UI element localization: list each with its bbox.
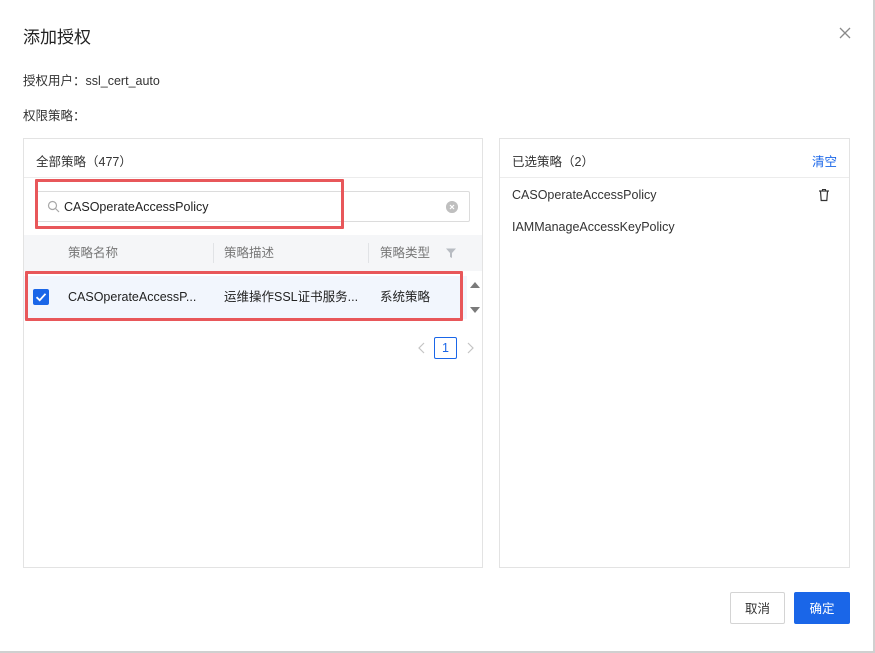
filter-icon[interactable] (445, 247, 457, 259)
column-policy-name[interactable]: 策略名称 (68, 235, 118, 271)
row-policy-type: 系统策略 (380, 290, 431, 304)
pagination-current-page[interactable]: 1 (434, 337, 457, 359)
policy-search-input[interactable] (64, 196, 434, 217)
chevron-right-icon[interactable] (464, 339, 476, 357)
column-policy-description[interactable]: 策略描述 (224, 235, 274, 271)
add-authorization-dialog: 添加授权 授权用户：ssl_cert_auto 权限策略： 全部策略（477） … (0, 0, 875, 653)
scroll-down-icon[interactable] (470, 306, 480, 314)
chevron-left-icon[interactable] (416, 339, 428, 357)
all-policies-title: 全部策略（477） (36, 155, 132, 169)
all-policies-panel: 全部策略（477） 策略名称 策略描述 策略类型 (23, 138, 483, 568)
policy-search-box[interactable] (36, 191, 470, 222)
column-divider (213, 243, 214, 263)
row-policy-description: 运维操作SSL证书服务... (224, 290, 359, 304)
close-icon[interactable] (837, 25, 853, 41)
selected-policy-item: CASOperateAccessPolicy (512, 188, 657, 202)
clear-all-link[interactable]: 清空 (812, 151, 837, 170)
all-policies-header: 全部策略（477） (24, 139, 482, 178)
selected-policies-header: 已选策略（2） 清空 (500, 139, 849, 178)
row-policy-name: CASOperateAccessP... (68, 290, 197, 304)
selected-policies-panel: 已选策略（2） 清空 CASOperateAccessPolicy IAMMan… (499, 138, 850, 568)
table-row[interactable]: CASOperateAccessP... 运维操作SSL证书服务... 系统策略 (24, 276, 467, 319)
authorized-user: 授权用户：ssl_cert_auto (23, 74, 160, 88)
trash-icon[interactable] (818, 188, 830, 202)
dialog-title: 添加授权 (23, 28, 91, 47)
policy-table-header: 策略名称 策略描述 策略类型 (24, 235, 482, 271)
selected-policies-title: 已选策略（2） (512, 155, 594, 169)
row-checkbox[interactable] (33, 289, 49, 305)
cancel-button[interactable]: 取消 (730, 592, 785, 624)
search-icon (47, 200, 60, 213)
policy-label: 权限策略： (23, 109, 86, 123)
confirm-button[interactable]: 确定 (794, 592, 850, 624)
scroll-up-icon[interactable] (470, 281, 480, 289)
column-divider (368, 243, 369, 263)
selected-policy-item: IAMManageAccessKeyPolicy (512, 220, 675, 234)
check-icon (35, 293, 47, 302)
column-policy-type[interactable]: 策略类型 (380, 235, 430, 271)
clear-icon[interactable] (446, 201, 458, 213)
